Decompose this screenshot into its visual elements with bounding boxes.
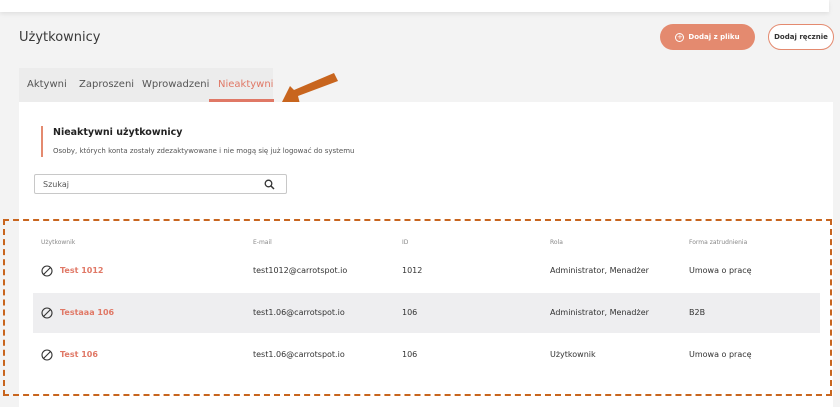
search-icon[interactable] [264,179,275,190]
user-name-link[interactable]: Testaaa 106 [60,308,114,317]
section-description: Osoby, których konta zostały zdezaktywow… [53,147,355,155]
user-id: 106 [402,350,418,359]
table-row[interactable]: Test 1012 test1012@carrotspot.io 1012 Ad… [33,251,820,291]
user-name-link[interactable]: Test 1012 [60,266,103,275]
search-input[interactable] [43,178,253,191]
tab-entered-users[interactable]: Wprowadzeni [142,79,209,90]
user-employment: Umowa o pracę [689,266,752,275]
user-employment: B2B [689,308,706,317]
search-box [34,174,287,194]
column-header-employment[interactable]: Forma zatrudnienia [689,239,747,246]
user-id: 1012 [402,266,423,275]
column-header-email[interactable]: E-mail [253,239,272,246]
section-title: Nieaktywni użytkownicy [53,127,183,138]
ban-icon [41,349,53,361]
ban-icon [41,307,53,319]
table-row[interactable]: Testaaa 106 test1.06@carrotspot.io 106 A… [33,293,820,333]
user-role: Użytkownik [550,350,596,359]
ban-icon [41,265,53,277]
user-email: test1012@carrotspot.io [253,266,348,275]
tab-invited-users[interactable]: Zaproszeni [79,79,134,90]
user-role: Administrator, Menadżer [550,266,649,275]
add-manually-button[interactable]: Dodaj ręcznie [768,24,834,50]
tab-inactive-users[interactable]: Nieaktywni [218,79,273,90]
user-name-link[interactable]: Test 106 [60,350,98,359]
section-accent-bar [41,126,43,157]
tab-bar: Aktywni Zaproszeni Wprowadzeni Nieaktywn… [19,68,273,102]
import-button-label: Dodaj z pliku [688,33,740,41]
user-email: test1.06@carrotspot.io [253,350,345,359]
import-from-file-button[interactable]: + Dodaj z pliku [660,24,755,50]
top-bar [0,0,829,12]
column-header-user[interactable]: Użytkownik [41,239,75,246]
table-row[interactable]: Test 106 test1.06@carrotspot.io 106 Użyt… [33,335,820,375]
user-email: test1.06@carrotspot.io [253,308,345,317]
plus-circle-icon: + [675,32,685,42]
user-role: Administrator, Menadżer [550,308,649,317]
tab-active-users[interactable]: Aktywni [27,79,67,90]
user-employment: Umowa o pracę [689,350,752,359]
column-header-role[interactable]: Rola [550,239,563,246]
user-id: 106 [402,308,418,317]
page-title: Użytkownicy [19,30,101,45]
column-header-id[interactable]: ID [402,239,408,246]
